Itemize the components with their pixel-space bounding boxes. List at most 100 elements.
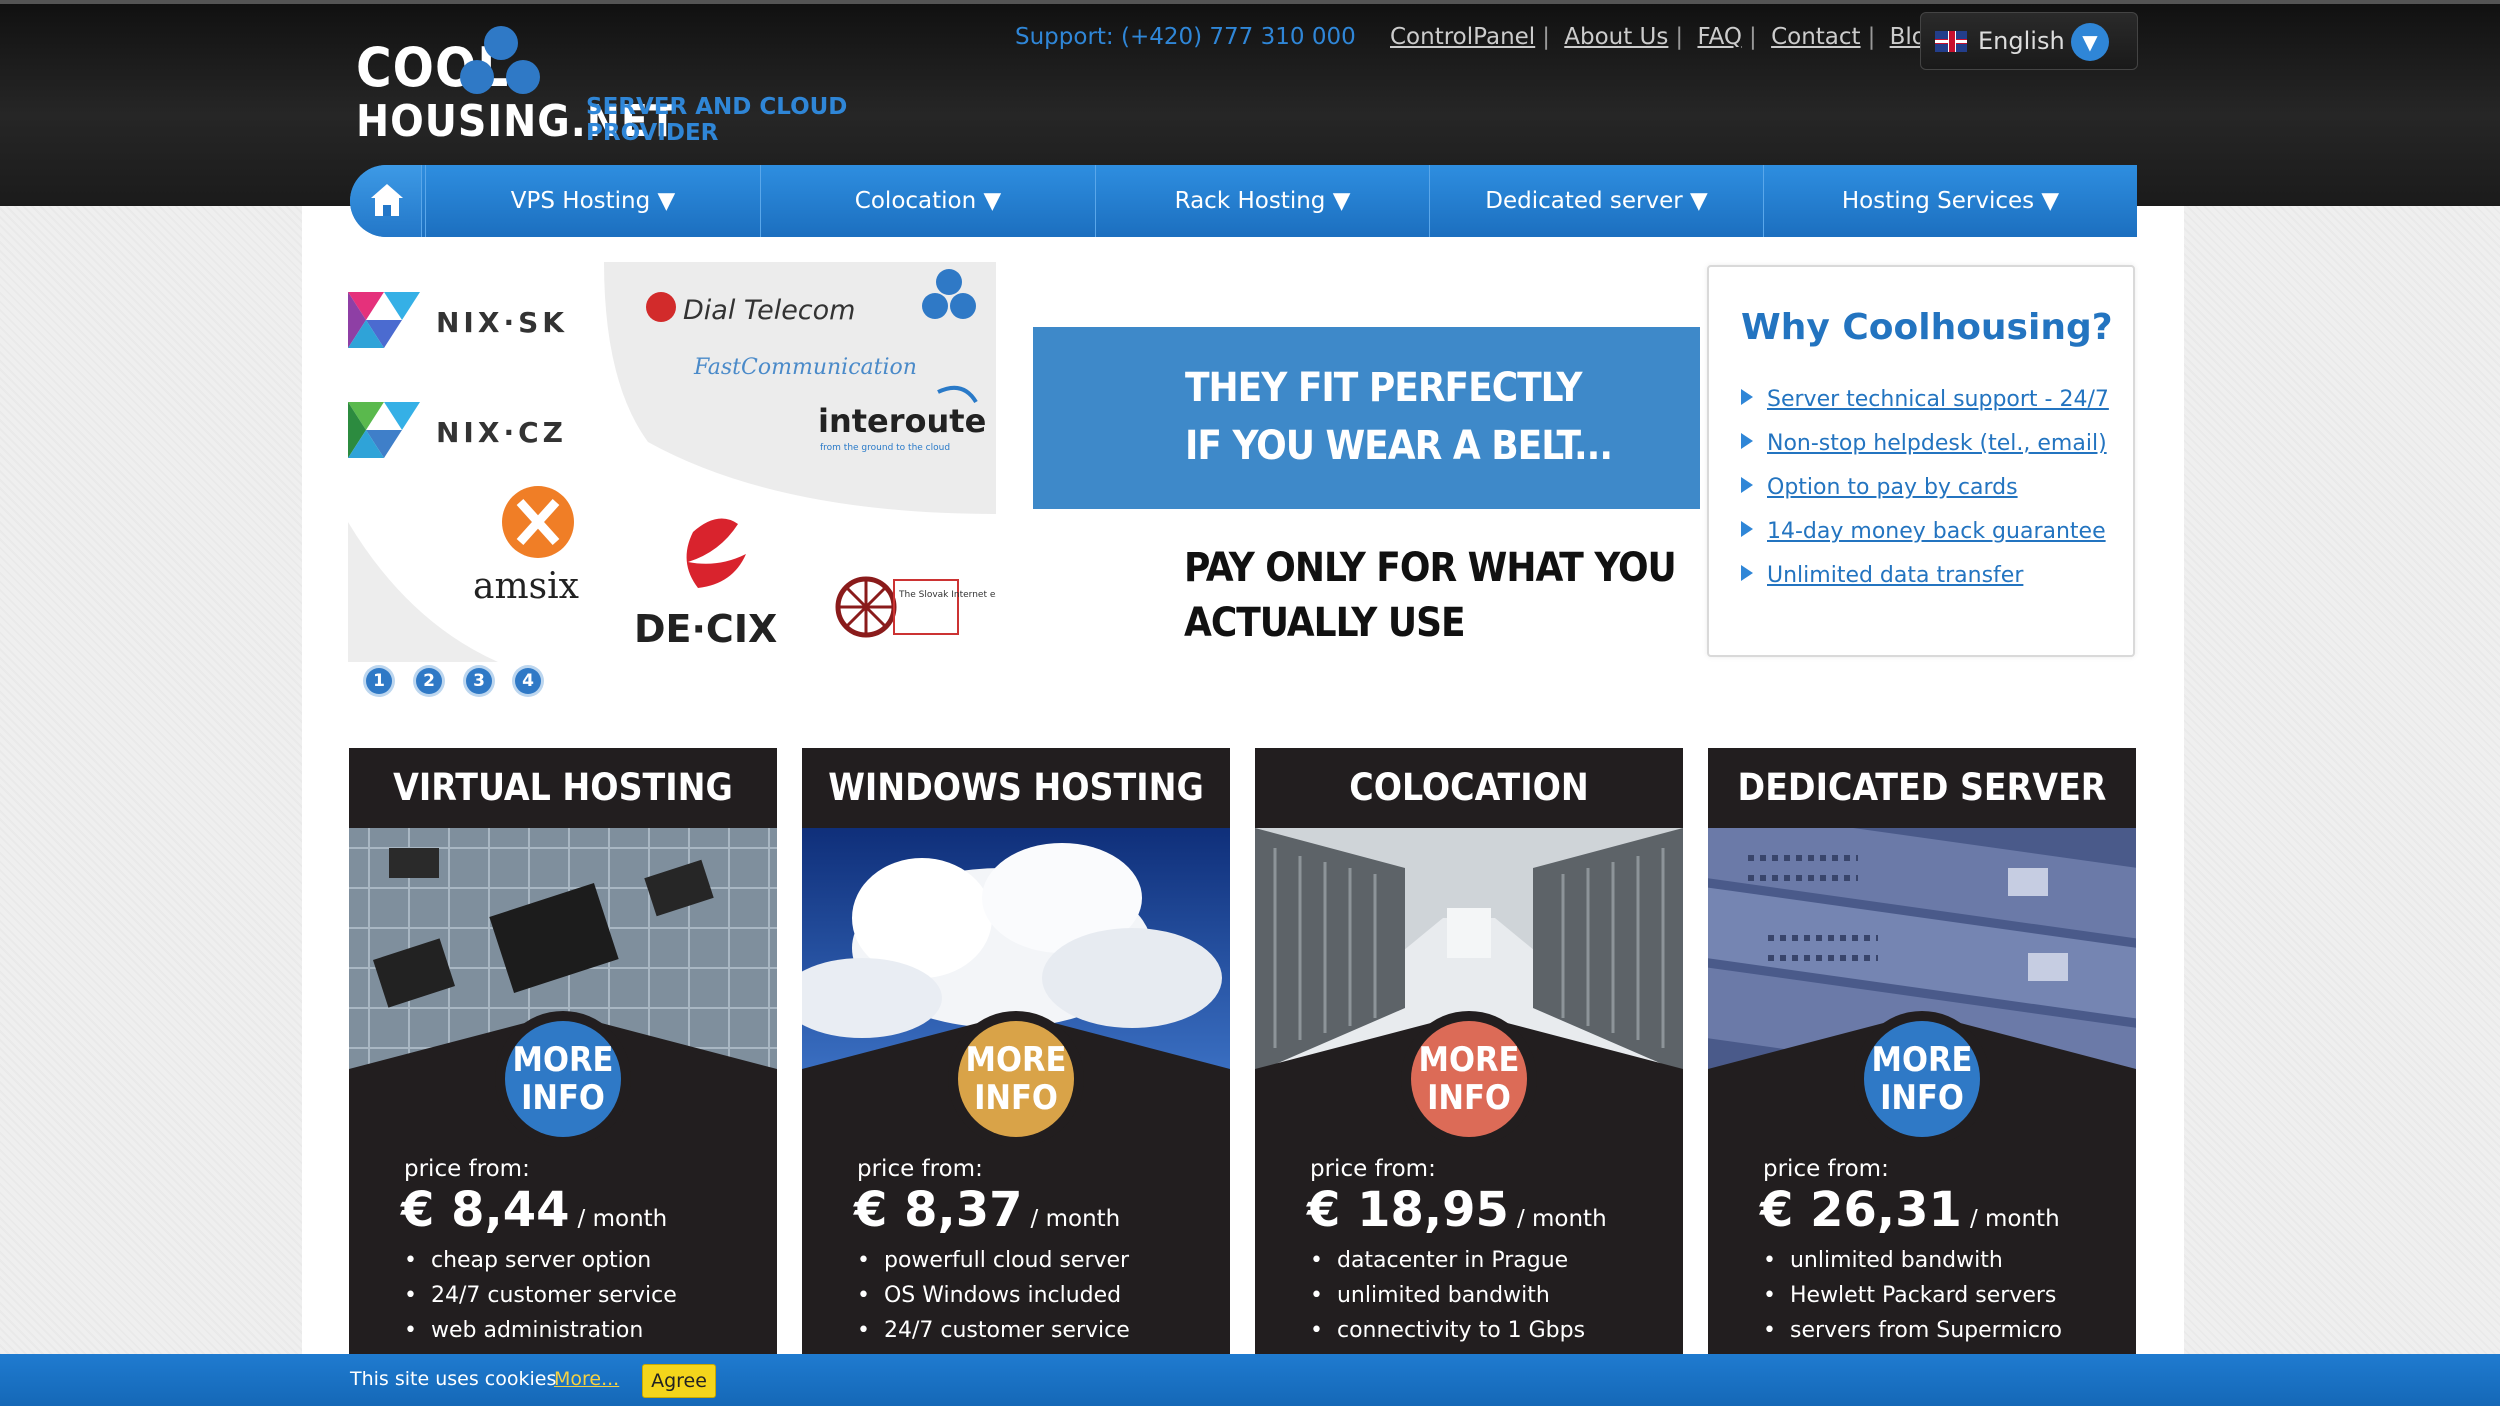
partner-logos-banner[interactable]: NIX·SK NIX·CZ Dial Telecom FastCommunica… (348, 262, 996, 662)
promo-box[interactable]: THEY FIT PERFECTLY IF YOU WEAR A BELT... (1033, 327, 1700, 509)
fast-communication-text: FastCommunication (693, 355, 917, 380)
card-colocation[interactable]: COLOCATION MORE INFO price from: € 18,95 /… (1255, 748, 1683, 1368)
amsix-text: amsix (473, 566, 579, 607)
slide-dot-1[interactable]: 1 (366, 668, 392, 694)
support-phone: Support: (+420) 777 310 000 (1015, 24, 1356, 50)
uk-flag-icon (1935, 31, 1967, 52)
cookie-bar: This site uses cookies More... Agree (0, 1354, 2500, 1406)
logo-dot (506, 60, 540, 94)
feature-item: OS Windows included (857, 1283, 1121, 1308)
arrow-right-icon (1741, 433, 1753, 449)
more-info-button[interactable]: MORE INFO (948, 1011, 1084, 1147)
site-logo[interactable]: COOL HOUSING.NET SERVER AND CLOUD PROVID… (356, 22, 896, 152)
more-line1: MORE (512, 1040, 614, 1080)
why-item: Unlimited data transfer (1741, 563, 2023, 588)
price-value: € 8,44 / month (401, 1182, 667, 1238)
more-line2: INFO (1427, 1078, 1511, 1118)
de-cix-logo (686, 518, 746, 588)
top-links: ControlPanel | About Us | FAQ | Contact | Bl… (1390, 24, 1955, 50)
price-label: price from: (1763, 1156, 1889, 1182)
price-period: / month (577, 1206, 668, 1232)
card-windows-hosting[interactable]: WINDOWS HOSTING MORE INFO price from: € 8… (802, 748, 1230, 1368)
chevron-down-icon[interactable]: ▼ (2071, 23, 2109, 61)
feature-item: connectivity to 1 Gbps (1310, 1318, 1585, 1343)
why-item: Non-stop helpdesk (tel., email) (1741, 431, 2107, 456)
home-icon[interactable] (350, 165, 422, 237)
feature-item: datacenter in Prague (1310, 1248, 1568, 1273)
price-label: price from: (1310, 1156, 1436, 1182)
why-title: Why Coolhousing? (1741, 307, 2113, 348)
nix-sk-logo: NIX·SK (348, 292, 568, 348)
price-period: / month (1516, 1206, 1607, 1232)
feature-item: powerfull cloud server (857, 1248, 1129, 1273)
more-info-label: MORE INFO (1864, 1021, 1980, 1137)
price-amount: € 8,37 (854, 1182, 1023, 1238)
nav-rack-hosting[interactable]: Rack Hosting ▼ (1095, 165, 1429, 237)
why-link-helpdesk[interactable]: Non-stop helpdesk (tel., email) (1767, 431, 2107, 456)
card-title: DEDICATED SERVER (1737, 766, 2107, 809)
price-amount: € 8,44 (401, 1182, 570, 1238)
slide-dot-2[interactable]: 2 (416, 668, 442, 694)
agree-button[interactable]: Agree (642, 1364, 716, 1398)
nav-dedicated-server[interactable]: Dedicated server ▼ (1429, 165, 1763, 237)
why-item: Option to pay by cards (1741, 475, 2018, 500)
feature-item: servers from Supermicro (1763, 1318, 2062, 1343)
logo-tagline: SERVER AND CLOUD PROVIDER (586, 94, 848, 146)
nix-sk-text: NIX·SK (436, 306, 568, 339)
slide-dot-3[interactable]: 3 (466, 668, 492, 694)
language-label: English (1978, 27, 2065, 55)
more-line1: MORE (1871, 1040, 1973, 1080)
more-info-label: MORE INFO (958, 1021, 1074, 1137)
more-line2: INFO (521, 1078, 605, 1118)
why-item: 14-day money back guarantee (1741, 519, 2106, 544)
price-period: / month (1030, 1206, 1121, 1232)
price-amount: € 26,31 (1760, 1182, 1962, 1238)
feature-item: unlimited bandwith (1763, 1248, 2003, 1273)
card-title: WINDOWS HOSTING (828, 766, 1204, 809)
more-info-button[interactable]: MORE INFO (1854, 1011, 1990, 1147)
dial-telecom-text: Dial Telecom (683, 295, 855, 326)
more-line2: INFO (1880, 1078, 1964, 1118)
price-label: price from: (404, 1156, 530, 1182)
nav-colocation[interactable]: Colocation ▼ (760, 165, 1095, 237)
feature-item: 24/7 customer service (857, 1318, 1130, 1343)
cookie-text: This site uses cookies (350, 1368, 557, 1390)
dial-telecom-logo (646, 292, 676, 322)
link-controlpanel[interactable]: ControlPanel (1390, 24, 1535, 50)
why-link-money-back[interactable]: 14-day money back guarantee (1767, 519, 2106, 544)
more-info-label: MORE INFO (1411, 1021, 1527, 1137)
card-title: VIRTUAL HOSTING (393, 766, 733, 809)
interoute-slogan: from the ground to the cloud (820, 443, 950, 453)
card-dedicated-server[interactable]: DEDICATED SERVER MORE INFO price from: € … (1708, 748, 2136, 1368)
feature-item: web administration (404, 1318, 643, 1343)
cookie-more-link[interactable]: More... (554, 1368, 619, 1390)
card-virtual-hosting[interactable]: VIRTUAL HOSTING MORE INFO price from: € 8… (349, 748, 777, 1368)
language-selector[interactable]: English ▼ (1920, 12, 2138, 70)
more-info-button[interactable]: MORE INFO (495, 1011, 631, 1147)
link-contact[interactable]: Contact (1771, 24, 1860, 50)
card-title: COLOCATION (1349, 766, 1589, 809)
nav-hosting-services[interactable]: Hosting Services ▼ (1763, 165, 2137, 237)
slide-dot-4[interactable]: 4 (515, 668, 541, 694)
nix-cz-logo: NIX·CZ (348, 402, 567, 458)
arrow-right-icon (1741, 477, 1753, 493)
link-faq[interactable]: FAQ (1697, 24, 1742, 50)
more-info-button[interactable]: MORE INFO (1401, 1011, 1537, 1147)
more-line1: MORE (965, 1040, 1067, 1080)
logo-dot (460, 60, 494, 94)
feature-item: Hewlett Packard servers (1763, 1283, 2056, 1308)
why-item: Server technical support - 24/7 (1741, 387, 2109, 412)
main-nav: VPS Hosting ▼ Colocation ▼ Rack Hosting … (350, 165, 2137, 237)
promo-line4: ACTUALLY USE (1184, 600, 1466, 646)
why-link-cards[interactable]: Option to pay by cards (1767, 475, 2018, 500)
why-link-support[interactable]: Server technical support - 24/7 (1767, 387, 2109, 412)
interoute-text: interoute (818, 402, 986, 440)
feature-item: cheap server option (404, 1248, 651, 1273)
nav-vps-hosting[interactable]: VPS Hosting ▼ (425, 165, 760, 237)
link-about-us[interactable]: About Us (1564, 24, 1668, 50)
nix-cz-text: NIX·CZ (436, 416, 567, 449)
more-line1: MORE (1418, 1040, 1520, 1080)
price-value: € 26,31 / month (1760, 1182, 2060, 1238)
why-link-data-transfer[interactable]: Unlimited data transfer (1767, 563, 2023, 588)
price-value: € 18,95 / month (1307, 1182, 1607, 1238)
